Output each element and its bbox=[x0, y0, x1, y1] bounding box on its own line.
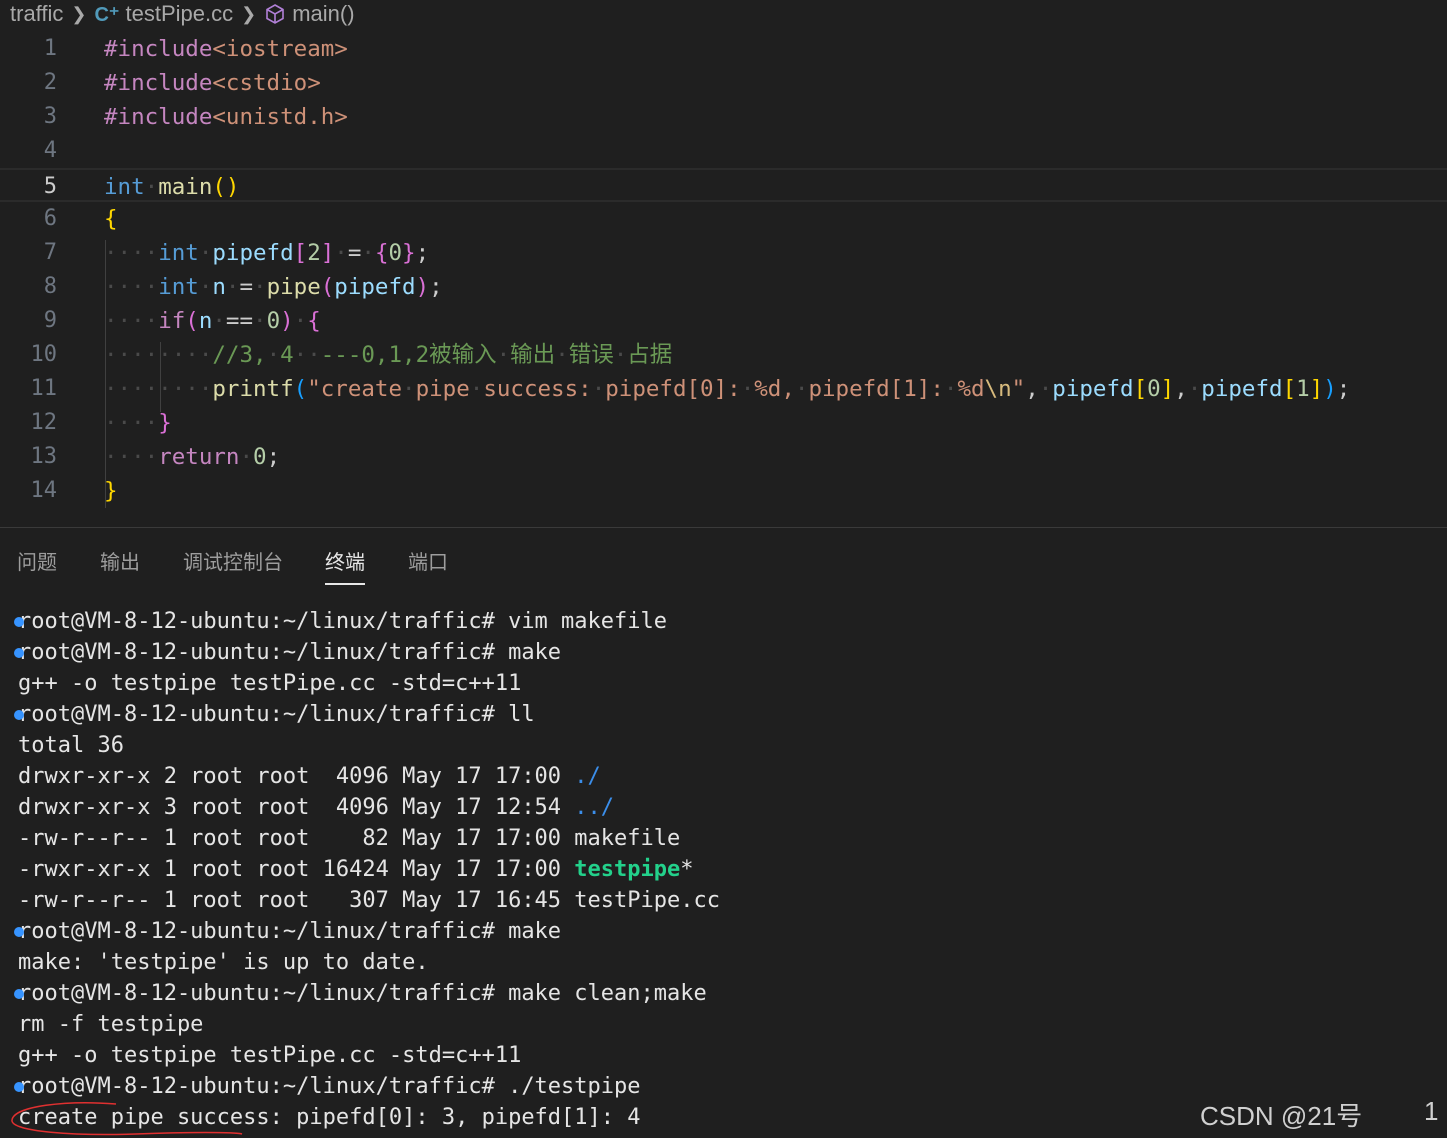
code-line[interactable]: 9 ····if(n·==·0)·{ bbox=[0, 304, 1447, 338]
code-text: int·main() bbox=[104, 174, 240, 200]
code-line[interactable]: 10 ········//3,·4··---0,1,2被输入·输出·错误·占据 bbox=[0, 338, 1447, 372]
code-line[interactable]: 12 ····} bbox=[0, 406, 1447, 440]
terminal-line: rm -f testpipe bbox=[18, 1012, 204, 1037]
line-number: 2 bbox=[43, 70, 57, 95]
code-text: } bbox=[104, 478, 118, 504]
line-number: 3 bbox=[43, 104, 57, 129]
line-number: 7 bbox=[43, 240, 57, 265]
tab-ports[interactable]: 端口 bbox=[408, 546, 448, 583]
panel-tabs: 问题 输出 调试控制台 终端 端口 bbox=[0, 540, 1447, 585]
code-text: ····return·0; bbox=[104, 444, 281, 470]
line-number: 5 bbox=[43, 174, 57, 199]
line-number: 8 bbox=[43, 274, 57, 299]
tab-output[interactable]: 输出 bbox=[100, 546, 140, 583]
code-text: #include<unistd.h> bbox=[104, 104, 348, 130]
terminal-line: root@VM-8-12-ubuntu:~/linux/traffic# mak… bbox=[14, 637, 561, 668]
code-text: { bbox=[104, 206, 118, 232]
code-line[interactable]: 8 ····int·n·=·pipe(pipefd); bbox=[0, 270, 1447, 304]
line-number: 12 bbox=[30, 410, 58, 435]
tab-debug-console[interactable]: 调试控制台 bbox=[183, 546, 283, 583]
breadcrumb: traffic ❯ C⁺ testPipe.cc ❯ main() bbox=[0, 0, 1447, 28]
edge-text: 1 bbox=[1424, 1096, 1439, 1126]
breadcrumb-folder[interactable]: traffic bbox=[10, 1, 63, 27]
line-number: 4 bbox=[43, 138, 57, 163]
terminal-line: -rw-r--r-- 1 root root 307 May 17 16:45 … bbox=[18, 888, 720, 913]
annotation-circle bbox=[11, 1102, 243, 1136]
terminal-line: drwxr-xr-x 2 root root 4096 May 17 17:00… bbox=[18, 764, 601, 789]
code-line[interactable]: 2 #include<cstdio> bbox=[0, 66, 1447, 100]
chevron-right-icon: ❯ bbox=[71, 3, 87, 24]
code-line[interactable]: 3 #include<unistd.h> bbox=[0, 100, 1447, 134]
line-number: 9 bbox=[43, 308, 57, 333]
code-line[interactable]: 7 ····int·pipefd[2]·=·{0}; bbox=[0, 236, 1447, 270]
cube-icon bbox=[266, 4, 284, 24]
tab-terminal[interactable]: 终端 bbox=[325, 546, 365, 585]
terminal-line: root@VM-8-12-ubuntu:~/linux/traffic# mak… bbox=[14, 978, 707, 1009]
cpp-icon: C⁺ bbox=[94, 3, 120, 26]
prompt-dot-icon[interactable] bbox=[14, 989, 24, 999]
code-text: #include<cstdio> bbox=[104, 70, 321, 96]
line-number: 14 bbox=[30, 478, 58, 503]
code-line[interactable]: 14 } bbox=[0, 474, 1447, 508]
code-line[interactable]: 1 #include<iostream> bbox=[0, 32, 1447, 66]
code-text: ····if(n·==·0)·{ bbox=[104, 308, 321, 334]
line-number: 13 bbox=[30, 444, 58, 469]
line-number: 10 bbox=[30, 342, 58, 367]
code-line[interactable]: 6 { bbox=[0, 202, 1447, 236]
code-line[interactable]: 11 ········printf("create·pipe·success:·… bbox=[0, 372, 1447, 406]
line-number: 11 bbox=[30, 376, 58, 401]
code-line[interactable]: 4 bbox=[0, 134, 1447, 168]
terminal-line: -rwxr-xr-x 1 root root 16424 May 17 17:0… bbox=[18, 857, 694, 882]
chevron-right-icon: ❯ bbox=[241, 3, 257, 24]
line-number: 1 bbox=[43, 36, 57, 61]
code-text: ····int·pipefd[2]·=·{0}; bbox=[104, 240, 430, 266]
watermark: CSDN @21号 bbox=[1200, 1101, 1363, 1131]
terminal-line: -rw-r--r-- 1 root root 82 May 17 17:00 m… bbox=[18, 826, 681, 851]
code-text: ········printf("create·pipe·success:·pip… bbox=[104, 376, 1351, 402]
code-line[interactable]: 13 ····return·0; bbox=[0, 440, 1447, 474]
prompt-dot-icon[interactable] bbox=[14, 617, 24, 627]
code-text: ········//3,·4··---0,1,2被输入·输出·错误·占据 bbox=[104, 342, 673, 368]
code-line-current[interactable]: 5 int·main() bbox=[0, 168, 1447, 202]
terminal-line: g++ -o testpipe testPipe.cc -std=c++11 bbox=[18, 671, 522, 696]
prompt-dot-icon[interactable] bbox=[14, 648, 24, 658]
terminal-line: drwxr-xr-x 3 root root 4096 May 17 12:54… bbox=[18, 795, 615, 820]
tab-problems[interactable]: 问题 bbox=[17, 546, 57, 583]
terminal-line: make: 'testpipe' is up to date. bbox=[18, 950, 429, 975]
terminal-line: root@VM-8-12-ubuntu:~/linux/traffic# mak… bbox=[14, 916, 561, 947]
terminal-line: root@VM-8-12-ubuntu:~/linux/traffic# vim… bbox=[14, 606, 667, 637]
breadcrumb-file[interactable]: testPipe.cc bbox=[125, 1, 233, 27]
terminal-line: total 36 bbox=[18, 733, 124, 758]
code-text: ····} bbox=[104, 410, 172, 436]
breadcrumb-symbol[interactable]: main() bbox=[292, 1, 354, 27]
terminal-line: root@VM-8-12-ubuntu:~/linux/traffic# ll bbox=[14, 699, 535, 730]
panel-divider[interactable] bbox=[0, 527, 1447, 528]
prompt-dot-icon[interactable] bbox=[14, 1082, 24, 1092]
code-editor[interactable]: 1 #include<iostream> 2 #include<cstdio> … bbox=[0, 32, 1447, 528]
code-text: #include<iostream> bbox=[104, 36, 348, 62]
terminal-line: g++ -o testpipe testPipe.cc -std=c++11 bbox=[18, 1043, 522, 1068]
code-text: ····int·n·=·pipe(pipefd); bbox=[104, 274, 443, 300]
line-number: 6 bbox=[43, 206, 57, 231]
prompt-dot-icon[interactable] bbox=[14, 710, 24, 720]
prompt-dot-icon[interactable] bbox=[14, 927, 24, 937]
